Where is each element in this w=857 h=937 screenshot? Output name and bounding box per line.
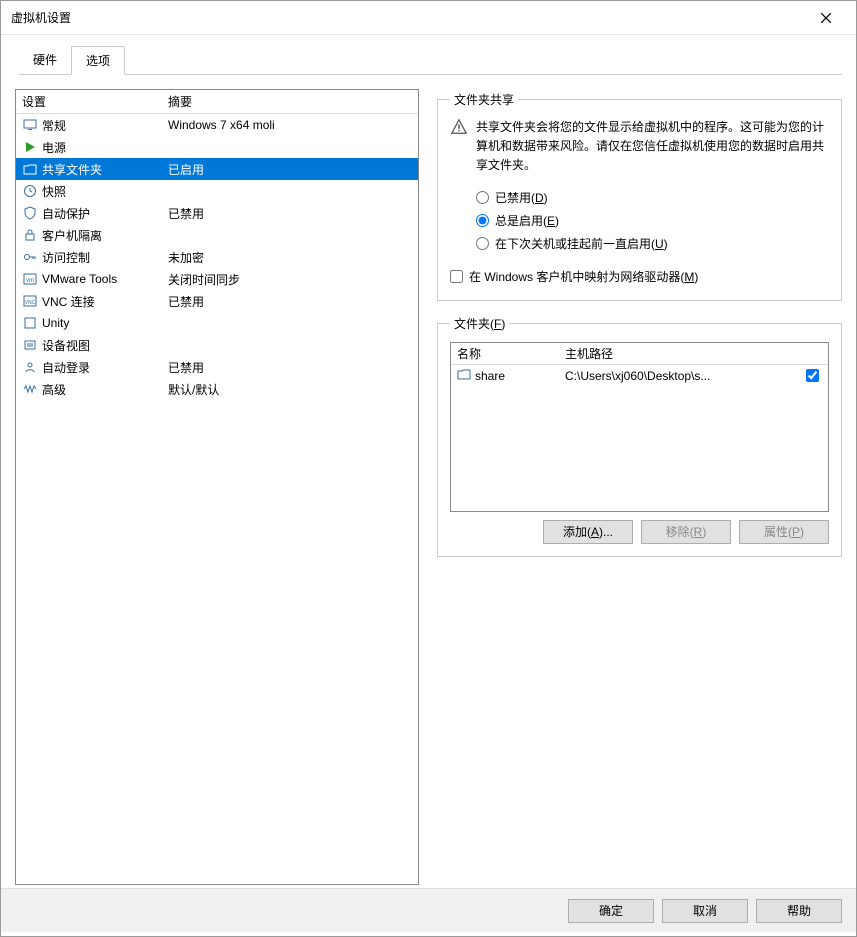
radio-always-input[interactable] bbox=[476, 214, 489, 227]
cancel-button[interactable]: 取消 bbox=[662, 899, 748, 923]
warning-icon bbox=[450, 118, 468, 136]
close-button[interactable] bbox=[806, 3, 846, 33]
list-item[interactable]: VNC VNC 连接 已禁用 bbox=[16, 290, 418, 312]
folder-row[interactable]: share C:\Users\xj060\Desktop\s... bbox=[451, 365, 828, 387]
folder-name: share bbox=[475, 369, 505, 383]
list-item-label: 常规 bbox=[42, 117, 66, 134]
ok-button[interactable]: 确定 bbox=[568, 899, 654, 923]
shield-icon bbox=[22, 205, 38, 221]
list-item-label: 共享文件夹 bbox=[42, 161, 102, 178]
list-item-summary: 未加密 bbox=[164, 249, 418, 266]
list-item-label: 高级 bbox=[42, 381, 66, 398]
device-icon bbox=[22, 337, 38, 353]
list-item[interactable]: 访问控制 未加密 bbox=[16, 246, 418, 268]
list-item-label: 设备视图 bbox=[42, 337, 90, 354]
warning-text: 共享文件夹会将您的文件显示给虚拟机中的程序。这可能为您的计算机和数据带来风险。请… bbox=[476, 118, 829, 176]
tab-options[interactable]: 选项 bbox=[71, 46, 125, 75]
radio-disabled-label: 已禁用(D) bbox=[495, 189, 548, 206]
wave-icon bbox=[22, 381, 38, 397]
list-item-summary: 已禁用 bbox=[164, 359, 418, 376]
folder-table[interactable]: 名称 主机路径 share C:\Users\xj060\Desktop\s..… bbox=[450, 342, 829, 512]
share-group-title: 文件夹共享 bbox=[450, 91, 518, 108]
list-item[interactable]: 电源 bbox=[16, 136, 418, 158]
tab-hardware[interactable]: 硬件 bbox=[19, 46, 71, 75]
right-panel: 文件夹共享 共享文件夹会将您的文件显示给虚拟机中的程序。这可能为您的计算机和数据… bbox=[437, 89, 842, 885]
properties-button[interactable]: 属性(P) bbox=[739, 520, 829, 544]
folder-buttons: 添加(A)... 移除(R) 属性(P) bbox=[450, 520, 829, 544]
map-drive-check[interactable]: 在 Windows 客户机中映射为网络驱动器(M) bbox=[450, 265, 829, 288]
list-item[interactable]: vm VMware Tools 关闭时间同步 bbox=[16, 268, 418, 290]
vm-icon: vm bbox=[22, 271, 38, 287]
settings-list[interactable]: 设置 摘要 常规 Windows 7 x64 moli 电源 共享文件夹 已启用… bbox=[15, 89, 419, 885]
unity-icon bbox=[22, 315, 38, 331]
svg-text:VNC: VNC bbox=[25, 300, 36, 306]
list-item-summary: 已启用 bbox=[164, 161, 418, 178]
vnc-icon: VNC bbox=[22, 293, 38, 309]
radio-until-next-label: 在下次关机或挂起前一直启用(U) bbox=[495, 235, 668, 252]
list-item[interactable]: 设备视图 bbox=[16, 334, 418, 356]
help-button[interactable]: 帮助 bbox=[756, 899, 842, 923]
list-item-summary: 默认/默认 bbox=[164, 381, 418, 398]
tab-strip: 硬件 选项 bbox=[19, 45, 842, 75]
radio-disabled-input[interactable] bbox=[476, 191, 489, 204]
play-icon bbox=[22, 139, 38, 155]
svg-text:vm: vm bbox=[26, 278, 34, 284]
list-item-summary: 已禁用 bbox=[164, 293, 418, 310]
list-item[interactable]: 共享文件夹 已启用 bbox=[16, 158, 418, 180]
map-drive-input[interactable] bbox=[450, 270, 463, 283]
clock-icon bbox=[22, 183, 38, 199]
dialog-footer: 确定 取消 帮助 bbox=[1, 888, 856, 932]
list-item[interactable]: 自动登录 已禁用 bbox=[16, 356, 418, 378]
col-path: 主机路径 bbox=[561, 345, 796, 362]
folder-path: C:\Users\xj060\Desktop\s... bbox=[561, 369, 796, 383]
radio-always[interactable]: 总是启用(E) bbox=[450, 209, 829, 232]
content-split: 设置 摘要 常规 Windows 7 x64 moli 电源 共享文件夹 已启用… bbox=[15, 75, 842, 885]
list-item-label: 电源 bbox=[42, 139, 66, 156]
col-name: 名称 bbox=[451, 345, 561, 362]
list-item-label: 快照 bbox=[42, 183, 66, 200]
radio-until-next-input[interactable] bbox=[476, 237, 489, 250]
folder-enabled-check[interactable] bbox=[806, 369, 819, 382]
list-item[interactable]: 常规 Windows 7 x64 moli bbox=[16, 114, 418, 136]
list-item-summary: 已禁用 bbox=[164, 205, 418, 222]
share-group: 文件夹共享 共享文件夹会将您的文件显示给虚拟机中的程序。这可能为您的计算机和数据… bbox=[437, 91, 842, 301]
list-item[interactable]: 客户机隔离 bbox=[16, 224, 418, 246]
radio-disabled[interactable]: 已禁用(D) bbox=[450, 186, 829, 209]
radio-always-label: 总是启用(E) bbox=[495, 212, 559, 229]
warning-row: 共享文件夹会将您的文件显示给虚拟机中的程序。这可能为您的计算机和数据带来风险。请… bbox=[450, 118, 829, 176]
lock-icon bbox=[22, 227, 38, 243]
folders-group: 文件夹(F) 名称 主机路径 share C:\Users\xj060\Desk… bbox=[437, 315, 842, 557]
key-icon bbox=[22, 249, 38, 265]
list-item[interactable]: 高级 默认/默认 bbox=[16, 378, 418, 400]
list-item-label: VMware Tools bbox=[42, 272, 117, 286]
list-item[interactable]: Unity bbox=[16, 312, 418, 334]
col-summary: 摘要 bbox=[164, 93, 418, 110]
map-drive-label: 在 Windows 客户机中映射为网络驱动器(M) bbox=[469, 268, 698, 285]
list-item-label: 自动保护 bbox=[42, 205, 90, 222]
list-item-summary: Windows 7 x64 moli bbox=[164, 118, 418, 132]
close-icon bbox=[820, 12, 832, 24]
dialog-body: 硬件 选项 设置 摘要 常规 Windows 7 x64 moli 电源 共享文… bbox=[1, 35, 856, 888]
title-bar: 虚拟机设置 bbox=[1, 1, 856, 35]
monitor-icon bbox=[22, 117, 38, 133]
remove-button[interactable]: 移除(R) bbox=[641, 520, 731, 544]
list-item-label: Unity bbox=[42, 316, 69, 330]
list-item[interactable]: 快照 bbox=[16, 180, 418, 202]
list-item-label: 自动登录 bbox=[42, 359, 90, 376]
list-item-summary: 关闭时间同步 bbox=[164, 271, 418, 288]
list-item[interactable]: 自动保护 已禁用 bbox=[16, 202, 418, 224]
list-item-label: 客户机隔离 bbox=[42, 227, 102, 244]
autologin-icon bbox=[22, 359, 38, 375]
folder-icon bbox=[457, 367, 471, 384]
list-item-label: 访问控制 bbox=[42, 249, 90, 266]
list-header: 设置 摘要 bbox=[16, 90, 418, 114]
folders-group-title: 文件夹(F) bbox=[450, 315, 509, 332]
radio-until-next[interactable]: 在下次关机或挂起前一直启用(U) bbox=[450, 232, 829, 255]
list-item-label: VNC 连接 bbox=[42, 293, 95, 310]
window-title: 虚拟机设置 bbox=[11, 9, 71, 26]
col-setting: 设置 bbox=[16, 93, 164, 110]
folder-header: 名称 主机路径 bbox=[451, 343, 828, 365]
folder-share-icon bbox=[22, 161, 38, 177]
add-button[interactable]: 添加(A)... bbox=[543, 520, 633, 544]
